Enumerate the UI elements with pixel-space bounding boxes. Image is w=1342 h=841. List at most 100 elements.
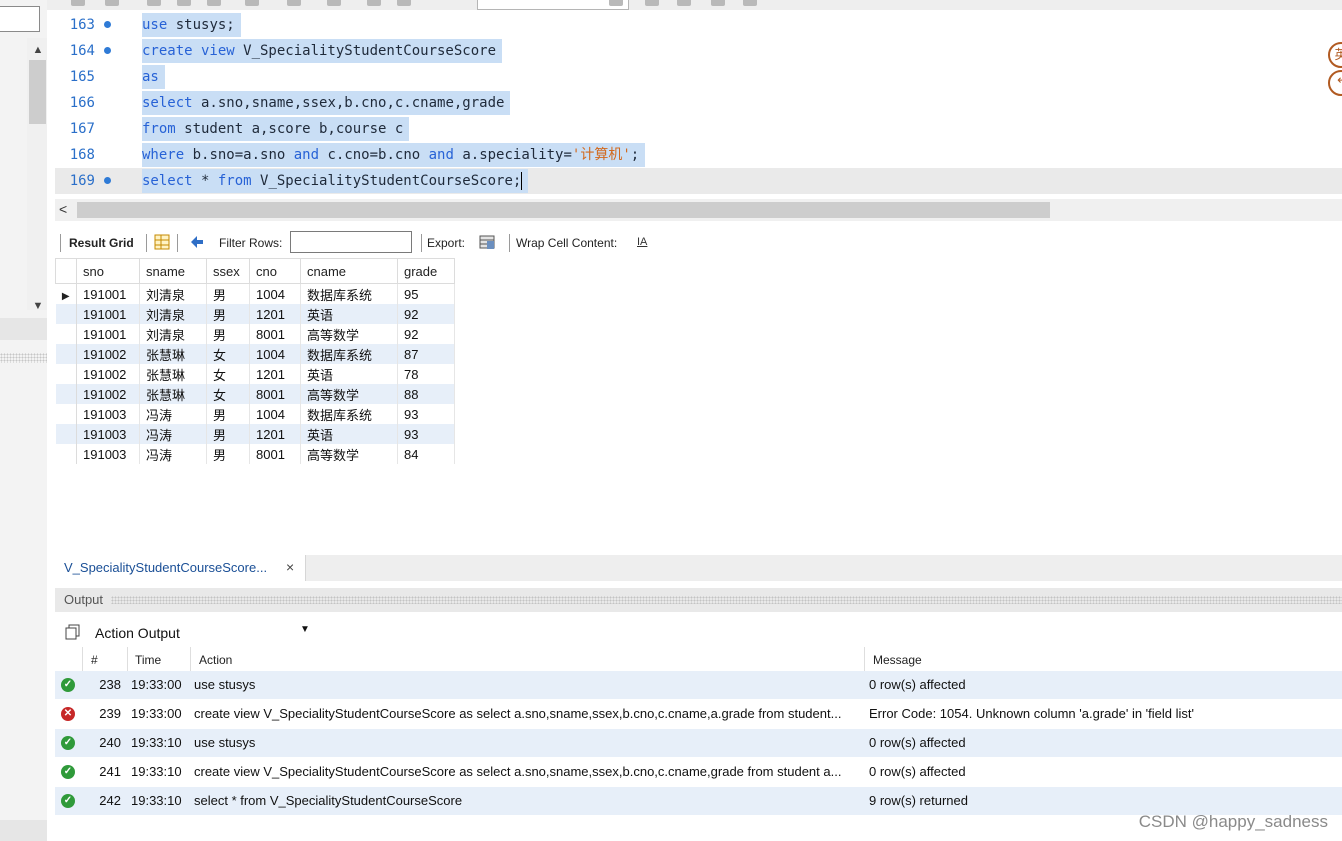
code-line[interactable]: 163 use stusys; bbox=[55, 12, 1342, 38]
cell-cname[interactable]: 数据库系统 bbox=[300, 404, 398, 424]
limit-rows-select[interactable] bbox=[477, 0, 629, 10]
sidebar-scroll-thumb[interactable] bbox=[29, 60, 46, 124]
table-row[interactable]: 191003 冯涛男 1201 英语 93 bbox=[55, 424, 455, 444]
cell-ssex[interactable]: 女 bbox=[206, 344, 250, 364]
statement-marker-icon[interactable] bbox=[104, 177, 111, 184]
toolbar-icon[interactable] bbox=[711, 0, 725, 6]
column-header-time[interactable]: Time bbox=[135, 653, 161, 667]
scroll-up-icon[interactable]: ▲ bbox=[30, 42, 46, 58]
column-header-sname[interactable]: sname bbox=[139, 258, 207, 284]
scroll-down-icon[interactable]: ▼ bbox=[30, 298, 46, 314]
result-tab[interactable]: V_SpecialityStudentCourseScore... × bbox=[55, 555, 306, 581]
cell-sno[interactable]: 191002 bbox=[76, 344, 140, 364]
chevron-down-icon[interactable]: ▼ bbox=[300, 624, 310, 635]
action-output-row[interactable]: ✓ 241 19:33:10 create view V_SpecialityStud… bbox=[55, 758, 1342, 786]
sidebar-input-box[interactable] bbox=[0, 6, 40, 32]
cell-sname[interactable]: 刘清泉 bbox=[139, 304, 207, 324]
column-header-grade[interactable]: grade bbox=[397, 258, 455, 284]
cell-grade[interactable]: 88 bbox=[397, 384, 455, 404]
action-output-row[interactable]: ✕ 239 19:33:00 create view V_SpecialityStud… bbox=[55, 700, 1342, 728]
row-header[interactable]: ▶ bbox=[55, 283, 77, 304]
row-header[interactable] bbox=[55, 404, 77, 424]
wrap-toggle-icon[interactable]: IA bbox=[637, 236, 647, 248]
toolbar-icon[interactable] bbox=[105, 0, 119, 6]
cell-grade[interactable]: 95 bbox=[397, 283, 455, 304]
cell-sno[interactable]: 191001 bbox=[76, 324, 140, 344]
statement-marker-icon[interactable] bbox=[104, 21, 111, 28]
grid-layout-icon[interactable] bbox=[153, 233, 171, 251]
code-line[interactable]: 169 select * from V_SpecialityStudentCour… bbox=[55, 168, 1342, 194]
cell-sno[interactable]: 191001 bbox=[76, 304, 140, 324]
row-header[interactable] bbox=[55, 424, 77, 444]
cell-cno[interactable]: 1201 bbox=[249, 424, 301, 444]
toolbar-icon[interactable] bbox=[397, 0, 411, 6]
cell-ssex[interactable]: 男 bbox=[206, 404, 250, 424]
editor-scroll-thumb[interactable] bbox=[77, 202, 1050, 218]
row-header[interactable] bbox=[55, 364, 77, 384]
cell-sname[interactable]: 冯涛 bbox=[139, 444, 207, 464]
toolbar-icon[interactable] bbox=[743, 0, 757, 6]
cell-ssex[interactable]: 男 bbox=[206, 283, 250, 304]
toolbar-icon[interactable] bbox=[327, 0, 341, 6]
sql-editor[interactable]: 163 use stusys; 164 create view V_Specialit… bbox=[55, 12, 1342, 198]
editor-horizontal-scrollbar[interactable]: < bbox=[55, 199, 1342, 221]
statement-marker-icon[interactable] bbox=[104, 47, 111, 54]
code-line[interactable]: 168 where b.sno=a.sno and c.cno=b.cno and… bbox=[55, 142, 1342, 168]
cell-sno[interactable]: 191003 bbox=[76, 424, 140, 444]
code-text[interactable]: use stusys; bbox=[142, 13, 241, 37]
action-output-row[interactable]: ✓ 240 19:33:10 use stusys 0 row(s) affected bbox=[55, 729, 1342, 757]
column-header-message[interactable]: Message bbox=[873, 653, 922, 667]
table-row[interactable]: 191002 张慧琳女 1004 数据库系统 87 bbox=[55, 344, 455, 364]
code-text[interactable]: select * from V_SpecialityStudentCourseS… bbox=[142, 169, 529, 193]
code-text[interactable]: create view V_SpecialityStudentCourseSco… bbox=[142, 39, 503, 63]
table-row[interactable]: 191001 刘清泉男 1201 英语 92 bbox=[55, 304, 455, 324]
cell-ssex[interactable]: 男 bbox=[206, 424, 250, 444]
toolbar-icon[interactable] bbox=[71, 0, 85, 6]
row-header[interactable] bbox=[55, 384, 77, 404]
cell-sname[interactable]: 张慧琳 bbox=[139, 344, 207, 364]
toolbar-icon[interactable] bbox=[245, 0, 259, 6]
row-header[interactable] bbox=[55, 324, 77, 344]
cell-ssex[interactable]: 女 bbox=[206, 384, 250, 404]
close-icon[interactable]: × bbox=[286, 559, 294, 575]
cell-cno[interactable]: 1201 bbox=[249, 364, 301, 384]
cell-sname[interactable]: 刘清泉 bbox=[139, 324, 207, 344]
cell-cname[interactable]: 英语 bbox=[300, 364, 398, 384]
sidebar-splitter-grip[interactable] bbox=[0, 353, 47, 363]
filter-rows-input[interactable] bbox=[290, 231, 412, 253]
cell-ssex[interactable]: 女 bbox=[206, 364, 250, 384]
toolbar-icon[interactable] bbox=[287, 0, 301, 6]
toolbar-icon[interactable] bbox=[207, 0, 221, 6]
cell-sno[interactable]: 191003 bbox=[76, 404, 140, 424]
code-text[interactable]: as bbox=[142, 65, 165, 89]
cell-sno[interactable]: 191001 bbox=[76, 283, 140, 304]
result-grid-label[interactable]: Result Grid bbox=[69, 236, 134, 250]
action-output-row[interactable]: ✓ 242 19:33:10 select * from V_SpecialitySt… bbox=[55, 787, 1342, 815]
cell-grade[interactable]: 93 bbox=[397, 424, 455, 444]
cell-cname[interactable]: 高等数学 bbox=[300, 384, 398, 404]
cell-sno[interactable]: 191002 bbox=[76, 364, 140, 384]
code-line[interactable]: 166 select a.sno,sname,ssex,b.cno,c.cname… bbox=[55, 90, 1342, 116]
cell-cno[interactable]: 1004 bbox=[249, 344, 301, 364]
output-splitter-grip[interactable] bbox=[111, 596, 1342, 604]
column-header-cname[interactable]: cname bbox=[300, 258, 398, 284]
cell-grade[interactable]: 92 bbox=[397, 324, 455, 344]
cell-grade[interactable]: 78 bbox=[397, 364, 455, 384]
cell-sname[interactable]: 冯涛 bbox=[139, 404, 207, 424]
cell-sname[interactable]: 冯涛 bbox=[139, 424, 207, 444]
code-line[interactable]: 165 as bbox=[55, 64, 1342, 90]
cell-cno[interactable]: 1004 bbox=[249, 283, 301, 304]
cell-cname[interactable]: 高等数学 bbox=[300, 324, 398, 344]
cell-cno[interactable]: 1201 bbox=[249, 304, 301, 324]
code-text[interactable]: select a.sno,sname,ssex,b.cno,c.cname,gr… bbox=[142, 91, 511, 115]
toolbar-icon[interactable] bbox=[177, 0, 191, 6]
cell-sno[interactable]: 191003 bbox=[76, 444, 140, 464]
table-row[interactable]: 191001 刘清泉男 8001 高等数学 92 bbox=[55, 324, 455, 344]
table-row[interactable]: ▶ 191001 刘清泉男 1004 数据库系统 95 bbox=[55, 283, 455, 304]
cell-sname[interactable]: 张慧琳 bbox=[139, 384, 207, 404]
result-grid[interactable]: sno sname ssex cno cname grade ▶ 191001 刘清泉男 100… bbox=[55, 258, 475, 476]
row-header[interactable] bbox=[55, 444, 77, 464]
export-icon[interactable] bbox=[478, 233, 496, 251]
toolbar-icon[interactable] bbox=[609, 0, 623, 6]
toolbar-icon[interactable] bbox=[147, 0, 161, 6]
